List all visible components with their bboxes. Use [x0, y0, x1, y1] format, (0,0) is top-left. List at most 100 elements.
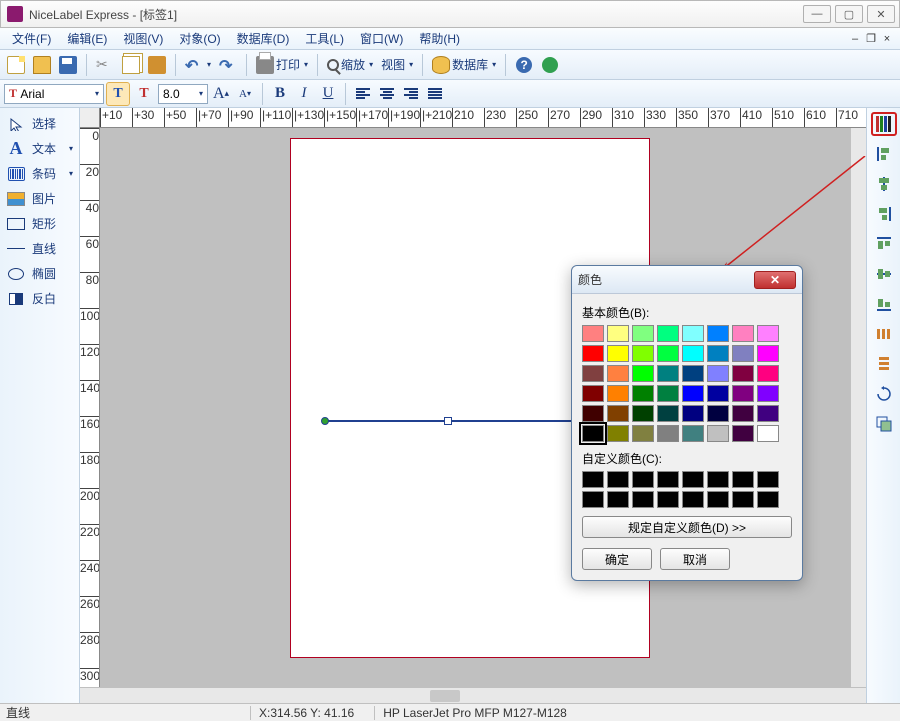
tool-barcode[interactable]: 条码▾: [2, 162, 77, 185]
align-center-button[interactable]: [376, 83, 398, 105]
color-swatch[interactable]: [682, 345, 704, 362]
tool-select[interactable]: 选择: [2, 112, 77, 135]
color-swatch[interactable]: [607, 385, 629, 402]
custom-swatch[interactable]: [757, 471, 779, 488]
color-swatch[interactable]: [657, 325, 679, 342]
menu-file[interactable]: 文件(F): [6, 28, 57, 49]
tool-inverse[interactable]: 反白: [2, 287, 77, 310]
group-button[interactable]: [871, 412, 897, 436]
custom-swatch[interactable]: [632, 491, 654, 508]
zoom-button[interactable]: 缩放▾: [324, 53, 376, 77]
custom-swatch[interactable]: [757, 491, 779, 508]
custom-swatch[interactable]: [682, 471, 704, 488]
color-swatch[interactable]: [582, 345, 604, 362]
color-swatch[interactable]: [732, 425, 754, 442]
align-justify-button[interactable]: [424, 83, 446, 105]
custom-swatch[interactable]: [657, 491, 679, 508]
increase-size-button[interactable]: A▴: [210, 83, 232, 105]
color-swatch[interactable]: [707, 405, 729, 422]
redo-button[interactable]: ↷: [216, 53, 240, 77]
color-swatch[interactable]: [682, 385, 704, 402]
custom-swatch[interactable]: [607, 491, 629, 508]
bold-button[interactable]: B: [269, 83, 291, 105]
align-right-tool[interactable]: [871, 202, 897, 226]
color-swatch[interactable]: [657, 385, 679, 402]
font-size-combo[interactable]: 8.0▾: [158, 84, 208, 104]
color-swatch[interactable]: [607, 365, 629, 382]
menu-window[interactable]: 窗口(W): [354, 28, 409, 49]
mdi-restore[interactable]: ❐: [864, 32, 878, 46]
color-swatch[interactable]: [582, 385, 604, 402]
minimize-button[interactable]: —: [803, 5, 831, 23]
distribute-v-tool[interactable]: [871, 352, 897, 376]
color-swatch[interactable]: [582, 365, 604, 382]
menu-database[interactable]: 数据库(D): [231, 28, 296, 49]
tool-rect[interactable]: 矩形: [2, 212, 77, 235]
custom-swatch[interactable]: [732, 491, 754, 508]
custom-swatch[interactable]: [732, 471, 754, 488]
view-button[interactable]: 视图▾: [378, 53, 416, 77]
custom-swatch[interactable]: [657, 471, 679, 488]
custom-swatch[interactable]: [632, 471, 654, 488]
color-swatch[interactable]: [732, 405, 754, 422]
ok-button[interactable]: 确定: [582, 548, 652, 570]
color-palette-button[interactable]: [871, 112, 897, 136]
dialog-close-button[interactable]: ✕: [754, 271, 796, 289]
close-button[interactable]: ✕: [867, 5, 895, 23]
screen-font-button[interactable]: T: [106, 82, 130, 106]
color-swatch[interactable]: [632, 345, 654, 362]
horizontal-scrollbar[interactable]: [80, 687, 866, 703]
color-swatch[interactable]: [632, 385, 654, 402]
color-swatch[interactable]: [632, 425, 654, 442]
custom-swatch[interactable]: [707, 471, 729, 488]
align-hcenter-tool[interactable]: [871, 172, 897, 196]
color-swatch[interactable]: [757, 345, 779, 362]
maximize-button[interactable]: ▢: [835, 5, 863, 23]
color-swatch[interactable]: [707, 425, 729, 442]
color-swatch[interactable]: [657, 345, 679, 362]
color-swatch[interactable]: [682, 405, 704, 422]
color-swatch[interactable]: [607, 345, 629, 362]
color-swatch[interactable]: [757, 405, 779, 422]
custom-swatch[interactable]: [682, 491, 704, 508]
copy-button[interactable]: [119, 53, 143, 77]
custom-swatch[interactable]: [582, 471, 604, 488]
color-swatch[interactable]: [732, 365, 754, 382]
scroll-thumb[interactable]: [430, 690, 460, 702]
align-vcenter-tool[interactable]: [871, 262, 897, 286]
color-swatch[interactable]: [732, 325, 754, 342]
mdi-close[interactable]: ×: [880, 32, 894, 46]
line-start-handle[interactable]: [321, 417, 329, 425]
color-swatch[interactable]: [682, 425, 704, 442]
dialog-titlebar[interactable]: 颜色 ✕: [572, 266, 802, 294]
color-swatch[interactable]: [757, 365, 779, 382]
vertical-scrollbar[interactable]: [850, 128, 866, 687]
color-swatch[interactable]: [632, 325, 654, 342]
color-swatch[interactable]: [607, 405, 629, 422]
align-top-tool[interactable]: [871, 232, 897, 256]
mdi-minimize[interactable]: –: [848, 32, 862, 46]
cut-button[interactable]: ✂: [93, 53, 117, 77]
align-left-tool[interactable]: [871, 142, 897, 166]
open-button[interactable]: [30, 53, 54, 77]
paste-button[interactable]: [145, 53, 169, 77]
custom-swatch[interactable]: [607, 471, 629, 488]
tool-ellipse[interactable]: 椭圆: [2, 262, 77, 285]
cancel-button[interactable]: 取消: [660, 548, 730, 570]
menu-object[interactable]: 对象(O): [173, 28, 226, 49]
color-swatch[interactable]: [707, 325, 729, 342]
new-button[interactable]: [4, 53, 28, 77]
color-swatch[interactable]: [732, 345, 754, 362]
color-swatch[interactable]: [682, 365, 704, 382]
color-swatch[interactable]: [757, 385, 779, 402]
tool-line[interactable]: 直线: [2, 237, 77, 260]
color-swatch[interactable]: [757, 425, 779, 442]
custom-swatch[interactable]: [707, 491, 729, 508]
custom-swatch[interactable]: [582, 491, 604, 508]
font-family-combo[interactable]: T Arial▾: [4, 84, 104, 104]
menu-help[interactable]: 帮助(H): [413, 28, 466, 49]
define-custom-button[interactable]: 规定自定义颜色(D) >>: [582, 516, 792, 538]
align-bottom-tool[interactable]: [871, 292, 897, 316]
tool-image[interactable]: 图片: [2, 187, 77, 210]
color-swatch[interactable]: [632, 405, 654, 422]
